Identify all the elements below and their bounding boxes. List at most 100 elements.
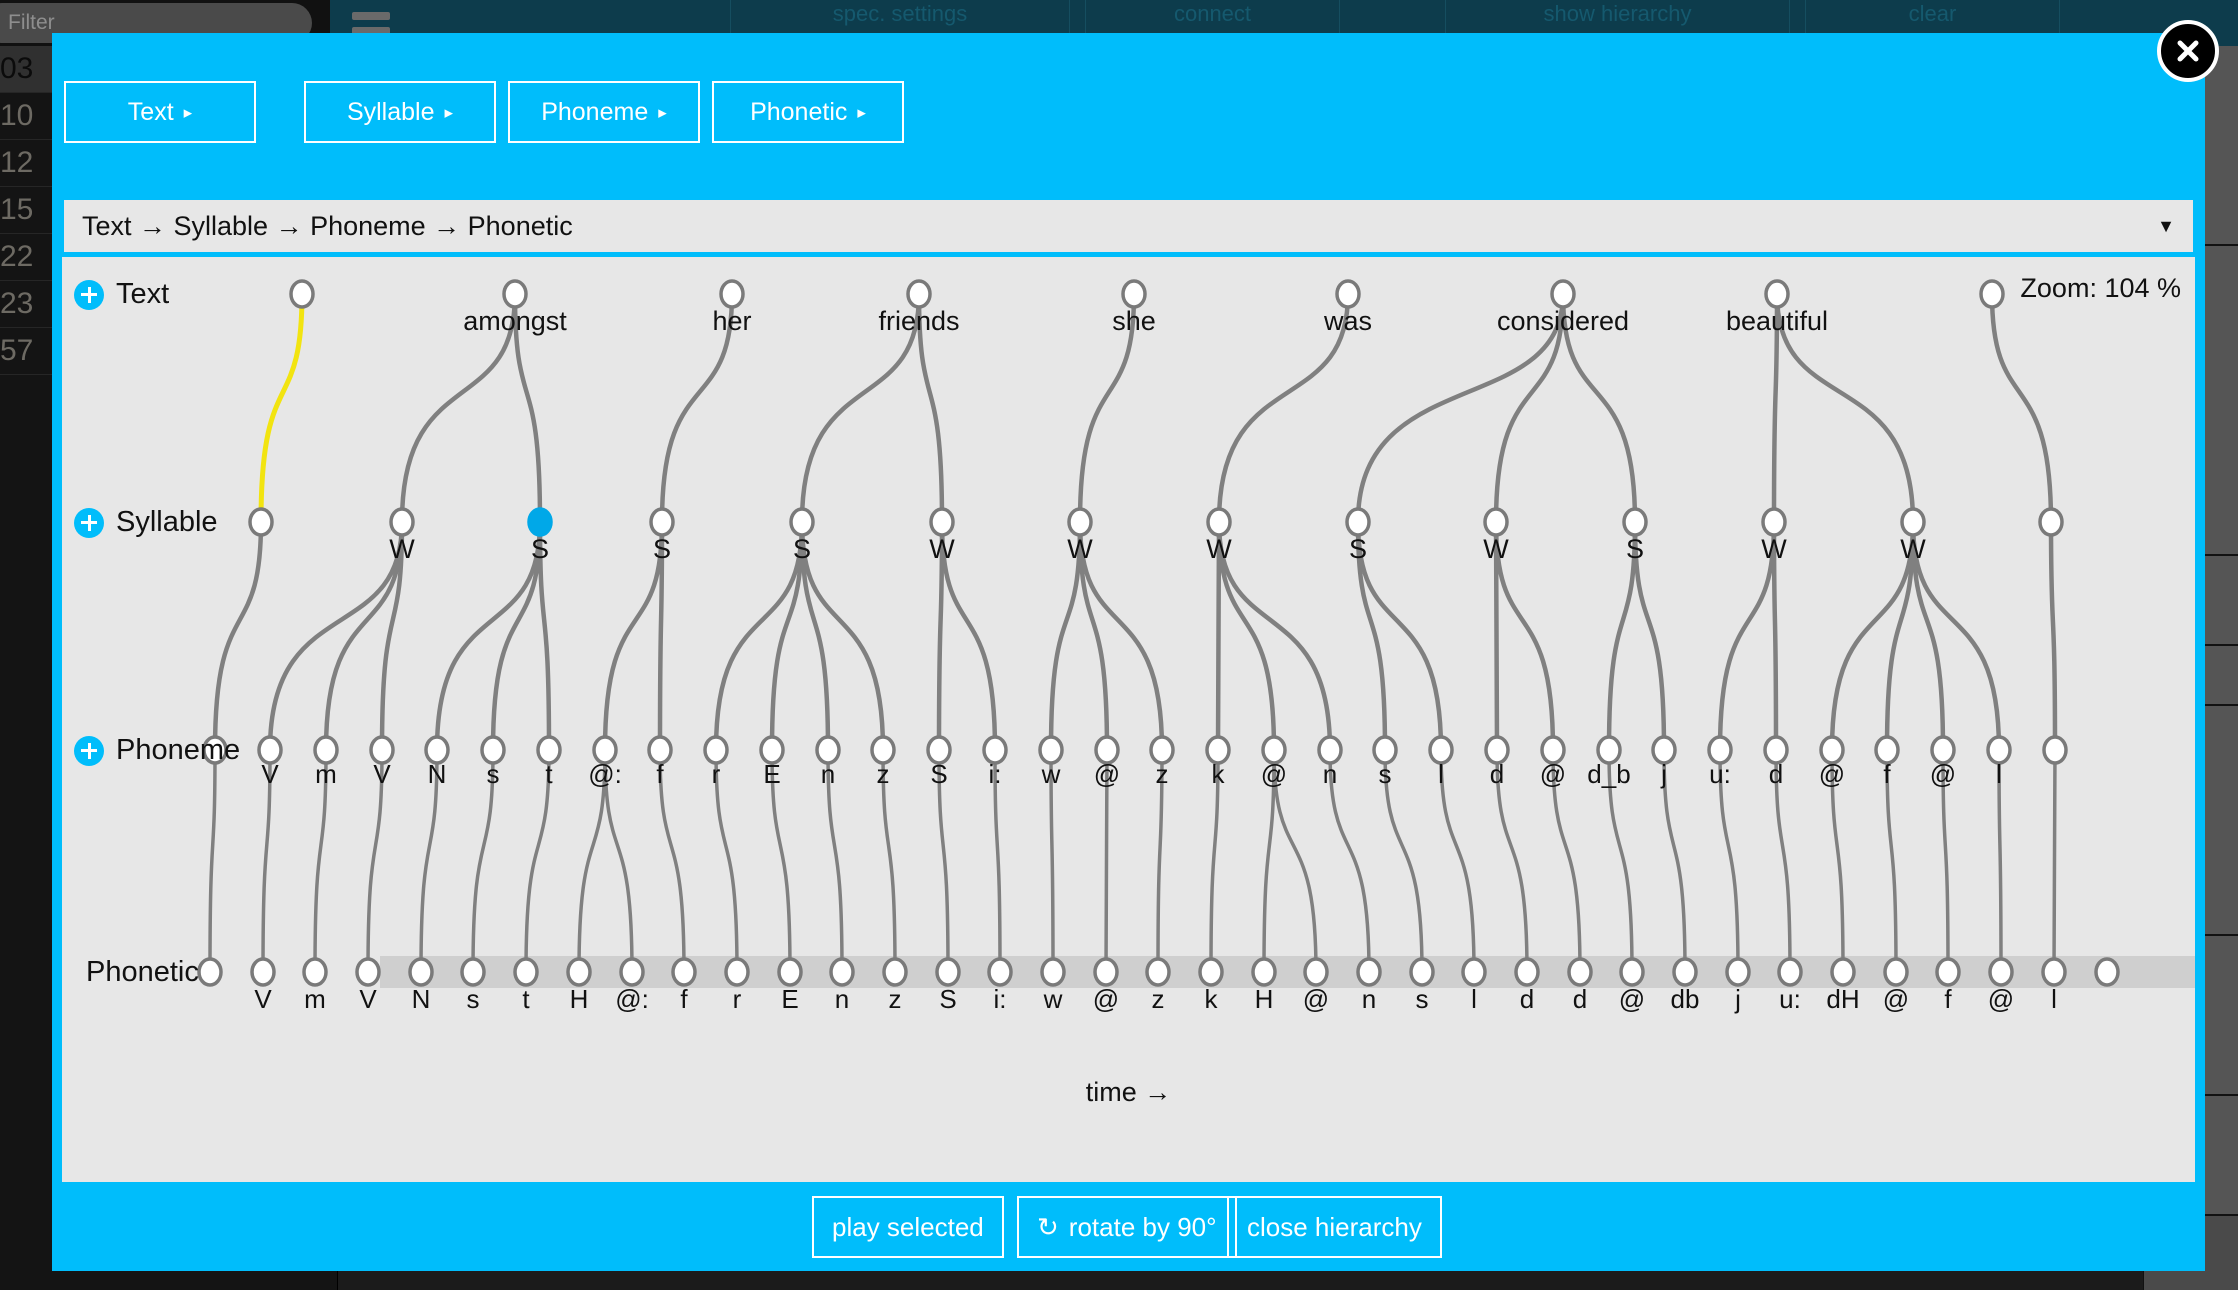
phoneme-node[interactable]: d_b — [1587, 737, 1630, 789]
hierarchy-path-select[interactable]: Text → Syllable → Phoneme → Phonetic ▼ — [62, 198, 2195, 254]
phonetic-node-marker[interactable] — [1621, 959, 1643, 985]
phoneme-node[interactable]: w — [1040, 737, 1062, 789]
syllable-node-marker[interactable] — [931, 509, 953, 535]
layer-label-phonetic[interactable]: Phonetic — [74, 956, 199, 989]
syllable-node-marker[interactable] — [791, 509, 813, 535]
phonetic-node-marker[interactable] — [621, 959, 643, 985]
phoneme-node[interactable]: l — [1430, 737, 1452, 789]
phonetic-node-marker[interactable] — [1779, 959, 1801, 985]
syllable-node[interactable]: W — [389, 509, 415, 564]
syllable-node-marker[interactable] — [1485, 509, 1507, 535]
phonetic-node-marker[interactable] — [1516, 959, 1538, 985]
syllable-node[interactable]: W — [1483, 509, 1509, 564]
phonetic-node-marker[interactable] — [1095, 959, 1117, 985]
phonetic-node[interactable]: V — [357, 959, 379, 1014]
phonetic-node-marker[interactable] — [1147, 959, 1169, 985]
phonetic-node-marker[interactable] — [1305, 959, 1327, 985]
phonetic-node[interactable]: m — [304, 959, 326, 1014]
hierarchy-canvas[interactable]: Zoom: 104 % time → amongstherfriendsshew… — [62, 257, 2195, 1182]
phoneme-node[interactable]: l — [1988, 737, 2010, 789]
syllable-node[interactable]: S — [791, 509, 813, 564]
phonetic-node[interactable]: S — [937, 959, 959, 1014]
layer-label-phoneme[interactable]: Phoneme — [74, 734, 240, 767]
phoneme-node[interactable]: m — [315, 737, 337, 789]
syllable-node-marker[interactable] — [1763, 509, 1785, 535]
phoneme-node[interactable]: E — [761, 737, 783, 789]
phonetic-node-marker[interactable] — [1990, 959, 2012, 985]
phoneme-node[interactable]: k — [1207, 737, 1229, 789]
syllable-node[interactable]: S — [529, 509, 551, 564]
phoneme-node[interactable]: d — [1486, 737, 1508, 789]
phoneme-node[interactable]: V — [259, 737, 281, 789]
text-node-marker[interactable] — [1552, 281, 1574, 307]
text-node-marker[interactable] — [721, 281, 743, 307]
syllable-node-marker[interactable] — [529, 509, 551, 535]
phonetic-node-marker[interactable] — [831, 959, 853, 985]
phonetic-node[interactable]: @ — [1303, 959, 1329, 1014]
syllable-node[interactable]: W — [1067, 509, 1093, 564]
phonetic-node-marker[interactable] — [1569, 959, 1591, 985]
text-node-marker[interactable] — [1337, 281, 1359, 307]
phonetic-node-marker[interactable] — [304, 959, 326, 985]
phonetic-node-marker[interactable] — [937, 959, 959, 985]
phonetic-node[interactable] — [2096, 959, 2118, 985]
close-hierarchy-button[interactable]: close hierarchy — [1227, 1196, 1442, 1258]
syllable-node-marker[interactable] — [391, 509, 413, 535]
phonetic-node-marker[interactable] — [2096, 959, 2118, 985]
phonetic-node-marker[interactable] — [252, 959, 274, 985]
text-node-marker[interactable] — [1766, 281, 1788, 307]
phonetic-node-marker[interactable] — [199, 959, 221, 985]
phonetic-node-marker[interactable] — [1832, 959, 1854, 985]
syllable-node[interactable]: S — [651, 509, 673, 564]
phoneme-node[interactable]: z — [1151, 737, 1173, 789]
phoneme-node[interactable]: u: — [1709, 737, 1731, 789]
syllable-node-marker[interactable] — [250, 509, 272, 535]
phoneme-node[interactable]: @ — [1261, 737, 1287, 789]
phoneme-node[interactable] — [2044, 737, 2066, 763]
phonetic-node[interactable]: @ — [1093, 959, 1119, 1014]
plus-icon[interactable] — [74, 508, 104, 538]
phoneme-node[interactable]: n — [817, 737, 839, 789]
phonetic-node-marker[interactable] — [1937, 959, 1959, 985]
syllable-node[interactable] — [250, 509, 272, 535]
play-selected-button[interactable]: play selected — [812, 1196, 1004, 1258]
phonetic-node[interactable]: V — [252, 959, 274, 1014]
layer-label-syllable[interactable]: Syllable — [74, 506, 218, 539]
phonetic-node-marker[interactable] — [673, 959, 695, 985]
phonetic-node[interactable]: H — [1253, 959, 1275, 1014]
syllable-node-marker[interactable] — [1208, 509, 1230, 535]
phonetic-node[interactable]: dH — [1826, 959, 1859, 1014]
phoneme-node[interactable]: S — [928, 737, 950, 789]
phoneme-node[interactable]: f — [649, 737, 671, 789]
phoneme-node[interactable]: d — [1765, 737, 1787, 789]
phonetic-node-marker[interactable] — [884, 959, 906, 985]
phonetic-node[interactable]: u: — [1779, 959, 1801, 1014]
phoneme-node[interactable]: n — [1319, 737, 1341, 789]
tab-syllable[interactable]: Syllable▸ — [304, 81, 496, 143]
phonetic-node-marker[interactable] — [568, 959, 590, 985]
plus-icon[interactable] — [74, 280, 104, 310]
text-node[interactable]: was — [1323, 281, 1372, 336]
text-node[interactable]: considered — [1497, 281, 1629, 336]
phonetic-node-marker[interactable] — [1727, 959, 1749, 985]
rotate-by-90--button[interactable]: ↻rotate by 90° — [1017, 1196, 1237, 1258]
text-node[interactable]: beautiful — [1726, 281, 1828, 336]
phonetic-node-marker[interactable] — [2043, 959, 2065, 985]
phoneme-node[interactable]: t — [538, 737, 560, 789]
syllable-node-marker[interactable] — [651, 509, 673, 535]
phonetic-node-marker[interactable] — [1358, 959, 1380, 985]
syllable-node[interactable]: W — [1206, 509, 1232, 564]
text-node-marker[interactable] — [504, 281, 526, 307]
text-node-marker[interactable] — [291, 281, 313, 307]
phoneme-node[interactable]: @ — [1930, 737, 1956, 789]
syllable-node[interactable] — [2040, 509, 2062, 535]
syllable-node-marker[interactable] — [1347, 509, 1369, 535]
phoneme-node[interactable]: r — [705, 737, 727, 789]
phoneme-node-marker[interactable] — [2044, 737, 2066, 763]
syllable-node[interactable]: S — [1347, 509, 1369, 564]
phonetic-node[interactable]: w — [1042, 959, 1064, 1014]
phonetic-node[interactable]: @ — [1988, 959, 2014, 1014]
phoneme-node[interactable]: f — [1876, 737, 1898, 789]
text-node-marker[interactable] — [908, 281, 930, 307]
phonetic-node[interactable]: @: — [615, 959, 649, 1014]
